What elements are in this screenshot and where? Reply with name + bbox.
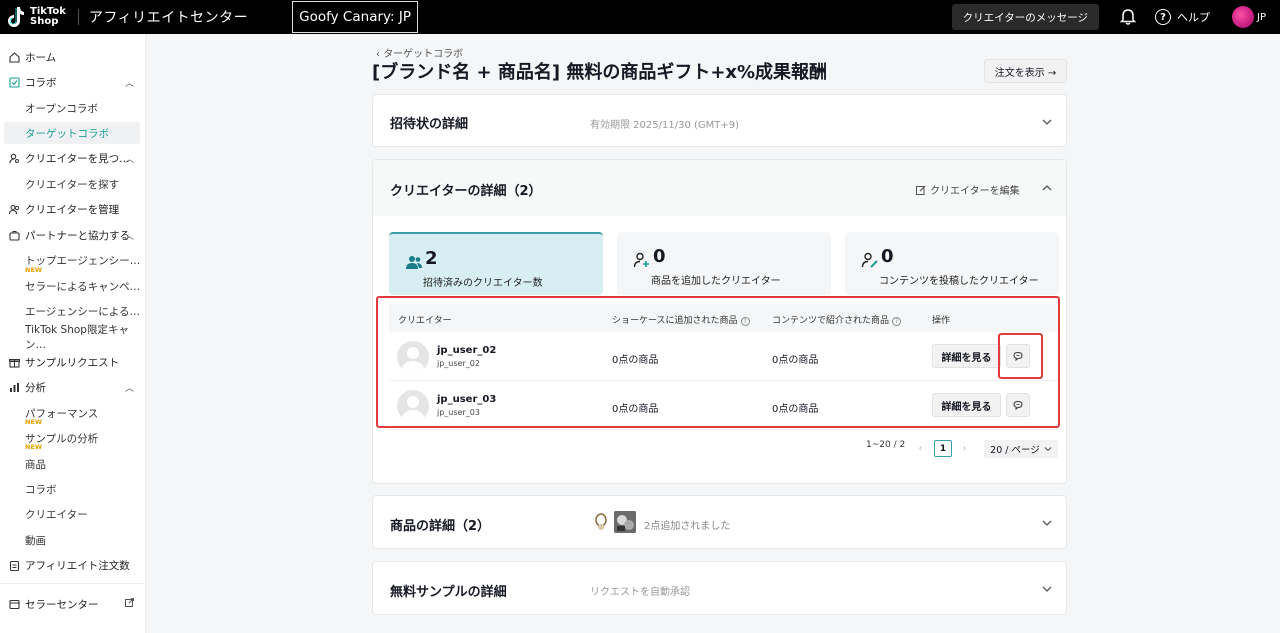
- tiktok-logo-icon: [8, 7, 24, 27]
- account-menu[interactable]: JP: [1232, 6, 1266, 28]
- page-size-select[interactable]: 20 / ページ: [984, 440, 1058, 458]
- chevron-down-icon[interactable]: [1042, 584, 1052, 594]
- user-add-icon: [633, 252, 649, 268]
- sidebar-item-collab[interactable]: コラボ ︿: [0, 71, 146, 93]
- invitation-validity: 有効期限 2025/11/30 (GMT+9): [590, 120, 740, 131]
- chevron-up-icon: ︿: [124, 384, 134, 394]
- sidebar-item-performance[interactable]: パフォーマンス: [0, 402, 146, 424]
- new-badge: NEW: [25, 443, 43, 451]
- auto-approve-label: リクエストを自動承認: [590, 587, 690, 598]
- bell-icon[interactable]: [1119, 8, 1137, 26]
- sidebar-item-target-collab[interactable]: ターゲットコラボ: [4, 122, 140, 144]
- sample-details-title: 無料サンプルの詳細: [390, 585, 507, 600]
- creator-details-title: クリエイターの詳細（2）: [390, 184, 542, 199]
- invitation-card[interactable]: 招待状の詳細 有効期限 2025/11/30 (GMT+9): [372, 94, 1067, 147]
- stat-creators-added-products[interactable]: 0 商品を追加したクリエイター: [617, 232, 831, 295]
- sidebar-item-home[interactable]: ホーム: [0, 46, 146, 68]
- stat-label: 招待済みのクリエイター数: [423, 278, 543, 289]
- tiktok-shop-logo[interactable]: TikTok Shop: [8, 0, 66, 34]
- chart-icon: [8, 381, 20, 393]
- sidebar-item-open-collab[interactable]: オープンコラボ: [0, 97, 146, 119]
- sidebar: ホーム コラボ ︿ オープンコラボ ターゲットコラボ クリエイターを見つ… ︿ …: [0, 34, 146, 633]
- users-icon: [8, 203, 20, 215]
- users-icon: [406, 256, 422, 269]
- chevron-up-icon: ︿: [124, 155, 134, 165]
- prev-page-button[interactable]: ‹: [912, 440, 929, 457]
- sidebar-item-creators[interactable]: クリエイター: [0, 503, 146, 525]
- sidebar-item-find-creators[interactable]: クリエイターを見つ… ︿: [0, 147, 146, 169]
- next-page-button[interactable]: ›: [956, 440, 973, 457]
- chevron-down-icon[interactable]: [1042, 518, 1052, 528]
- sidebar-item-videos[interactable]: 動画: [0, 529, 146, 551]
- products-added-label: 2点追加されました: [644, 521, 731, 532]
- product-thumbnail: [595, 513, 607, 530]
- user-search-icon: [8, 152, 20, 164]
- store-icon: [8, 598, 20, 610]
- sidebar-item-collabs[interactable]: コラボ: [0, 478, 146, 500]
- external-link-icon: [125, 598, 134, 610]
- region-label: JP: [1257, 11, 1266, 23]
- stat-label: 商品を追加したクリエイター: [651, 276, 781, 287]
- invitation-title: 招待状の詳細: [390, 117, 469, 132]
- gift-icon: [8, 356, 20, 368]
- collab-icon: [8, 76, 20, 88]
- sample-details-card[interactable]: 無料サンプルの詳細 リクエストを自動承認: [372, 561, 1067, 615]
- sidebar-divider: [0, 583, 146, 584]
- chevron-down-icon[interactable]: [1042, 117, 1052, 127]
- top-bar: TikTok Shop アフィリエイトセンター Goofy Canary: JP…: [0, 0, 1280, 34]
- sidebar-item-products[interactable]: 商品: [0, 453, 146, 475]
- logo-divider: [77, 9, 79, 25]
- stat-value: 0: [653, 246, 666, 267]
- sidebar-item-analytics[interactable]: 分析 ︿: [0, 376, 146, 398]
- stat-creators-posted-content[interactable]: 0 コンテンツを投稿したクリエイター: [845, 232, 1059, 295]
- table-highlight-box: [376, 296, 1060, 428]
- help-label: ヘルプ: [1177, 11, 1211, 24]
- stat-value: 2: [425, 248, 438, 269]
- message-button-highlight-box: [998, 333, 1043, 379]
- sidebar-item-sample-analysis[interactable]: サンプルの分析: [0, 427, 146, 449]
- home-icon: [8, 51, 20, 63]
- new-badge: NEW: [25, 266, 43, 274]
- sidebar-item-affiliate-orders[interactable]: アフィリエイト注文数: [0, 554, 146, 576]
- edit-icon: [916, 185, 926, 195]
- avatar: [1232, 6, 1255, 28]
- sidebar-item-sample-requests[interactable]: サンプルリクエスト: [0, 351, 146, 373]
- briefcase-icon: [8, 229, 20, 241]
- sidebar-item-tiktok-campaign[interactable]: TikTok Shop限定キャン…: [0, 324, 146, 351]
- stat-value: 0: [881, 246, 894, 267]
- chevron-up-icon: ︿: [124, 232, 134, 242]
- sidebar-item-manage-creators[interactable]: クリエイターを管理: [0, 198, 146, 220]
- view-orders-button[interactable]: 注文を表示 →: [984, 59, 1067, 83]
- creator-messages-button[interactable]: クリエイターのメッセージ: [951, 4, 1100, 30]
- chevron-down-icon: [1044, 447, 1052, 452]
- chevron-up-icon: ︿: [124, 79, 134, 89]
- chevron-up-icon[interactable]: [1042, 183, 1052, 193]
- sidebar-item-agency-campaign[interactable]: エージェンシーによる…: [0, 300, 146, 322]
- product-details-card[interactable]: 商品の詳細（2） 2点追加されました: [372, 495, 1067, 549]
- user-edit-icon: [861, 252, 878, 268]
- product-details-title: 商品の詳細（2）: [390, 519, 491, 534]
- logo-line2: Shop: [30, 16, 59, 27]
- stat-label: コンテンツを投稿したクリエイター: [879, 276, 1039, 287]
- new-badge: NEW: [25, 418, 43, 426]
- clipboard-icon: [8, 559, 20, 571]
- sidebar-item-seller-center[interactable]: セラーセンター: [0, 593, 146, 615]
- pagination-range: 1~20 / 2: [866, 440, 906, 450]
- page-number-current[interactable]: 1: [934, 440, 952, 457]
- edit-creators-button[interactable]: クリエイターを編集: [916, 182, 1020, 197]
- app-title: アフィリエイトセンター: [88, 10, 249, 26]
- sidebar-item-top-agency[interactable]: トップエージェンシー…: [0, 249, 146, 271]
- product-thumbnail: [614, 511, 636, 533]
- shop-name[interactable]: Goofy Canary: JP: [292, 1, 418, 33]
- help-icon: ?: [1155, 9, 1172, 25]
- sidebar-item-seller-campaign[interactable]: セラーによるキャンペ…: [0, 275, 146, 297]
- help-button[interactable]: ? ヘルプ: [1155, 9, 1210, 25]
- sidebar-item-search-creators[interactable]: クリエイターを探す: [0, 173, 146, 195]
- stat-invited-creators[interactable]: 2 招待済みのクリエイター数: [389, 232, 603, 295]
- page-title: [ブランド名 + 商品名] 無料の商品ギフト+x%成果報酬: [372, 62, 828, 83]
- sidebar-item-partner[interactable]: パートナーと協力する ︿: [0, 224, 146, 246]
